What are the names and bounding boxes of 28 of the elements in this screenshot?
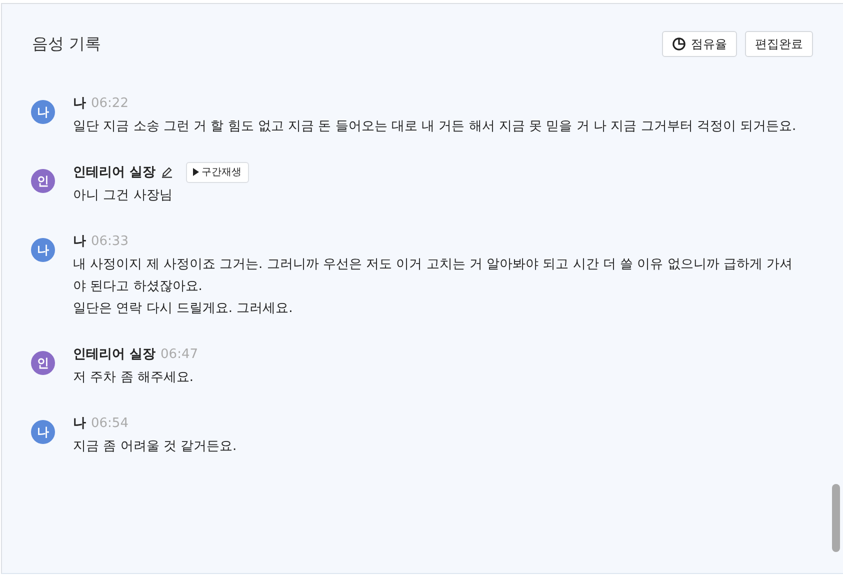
pie-chart-icon (672, 37, 686, 51)
speaker-avatar: 인 (31, 169, 55, 193)
panel-title: 음성 기록 (32, 34, 102, 54)
speaker-name: 나 (73, 95, 86, 112)
timestamp: 06:47 (160, 346, 198, 362)
speaker-avatar: 나 (31, 420, 55, 444)
transcript-text: 저 주차 좀 해주세요. (73, 369, 195, 387)
share-button[interactable]: 점유율 (662, 31, 737, 57)
transcript-text: 내 사정이지 제 사정이죠 그거는. 그러니까 우선은 저도 이거 고치는 거 알아봐야 되고 시간 더 쓸 이유 없으니까 급하게 가셔야 된다고 하셨잖아요. (73, 256, 794, 296)
speaker-avatar: 나 (31, 238, 55, 262)
timestamp: 06:33 (91, 234, 128, 248)
replay-button[interactable]: 구간재생 (186, 162, 249, 182)
play-icon (192, 168, 199, 176)
scrollbar-thumb[interactable] (832, 484, 840, 552)
speaker-name: 나 (73, 415, 86, 432)
done-button[interactable]: 편집완료 (745, 31, 813, 57)
pencil-icon[interactable] (160, 166, 173, 178)
speaker-avatar: 인 (31, 351, 55, 375)
transcript-text: 아니 그건 사장님 (73, 187, 174, 205)
speaker-name: 나 (73, 233, 86, 250)
speaker-name: 인테리어 실장 (73, 164, 156, 181)
speaker-name: 인테리어 실장 (73, 346, 156, 363)
speaker-avatar: 나 (31, 100, 55, 124)
timestamp: 06:22 (91, 96, 128, 110)
transcript-text: 일단은 연락 다시 드릴게요. 그러세요. (73, 300, 294, 318)
transcript-text: 지금 좀 어려울 것 같거든요. (73, 438, 238, 456)
transcript-text: 일단 지금 소송 그런 거 할 힘도 없고 지금 돈 들어오는 대로 내 거든 해서 지금 못 믿을 거 나 지금 그거부터 걱정이 되거든요. (73, 118, 798, 136)
timestamp: 06:54 (91, 416, 128, 430)
